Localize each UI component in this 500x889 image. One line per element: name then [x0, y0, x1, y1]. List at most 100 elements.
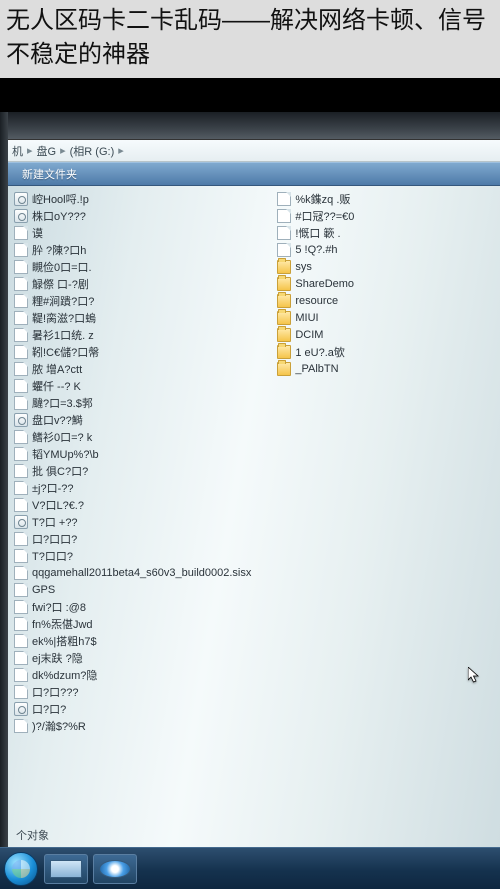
breadcrumb-seg-1[interactable]: 机 — [12, 143, 23, 159]
list-item[interactable]: 口?口口? — [14, 530, 275, 547]
list-item[interactable]: 肸 ?陳?口h — [14, 241, 275, 258]
list-item[interactable]: 5 !Q?.#h — [277, 241, 498, 258]
list-item[interactable]: T?口 +?? — [14, 513, 275, 530]
list-item[interactable]: 谟 — [14, 224, 275, 241]
list-item[interactable]: fn%炁偡Jwd — [14, 615, 275, 632]
list-item[interactable]: _PAlbTN — [277, 360, 498, 377]
list-item-label: fn%炁偡Jwd — [32, 616, 93, 632]
list-item[interactable]: ±j?口-?? — [14, 479, 275, 496]
list-item[interactable]: fwi?口 :@8 — [14, 598, 275, 615]
list-item[interactable]: 颹?口=3.$郣 — [14, 394, 275, 411]
folder-icon — [277, 362, 291, 376]
file-icon — [14, 311, 28, 325]
list-item[interactable]: 鳍衫0口=? k — [14, 428, 275, 445]
list-item-label: 觮傺 口-?剧 — [32, 276, 89, 292]
list-item-label: ±j?口-?? — [32, 480, 74, 496]
article-headline: 无人区码卡二卡乱码——解决网络卡顿、信号不稳定的神器 — [0, 0, 500, 78]
taskbar[interactable] — [0, 847, 500, 889]
list-item-label: 蠷仟 --? K — [32, 378, 81, 394]
list-item[interactable]: %k鏶zq .贩 — [277, 190, 498, 207]
new-folder-button[interactable]: 新建文件夹 — [14, 164, 85, 184]
file-icon — [14, 481, 28, 495]
list-item[interactable]: DCIM — [277, 326, 498, 343]
settings-file-icon — [14, 209, 28, 223]
file-icon — [14, 498, 28, 512]
list-item[interactable]: #口冦??=€0 — [277, 207, 498, 224]
list-item[interactable]: !慨口 簐 . — [277, 224, 498, 241]
file-icon — [14, 668, 28, 682]
list-item-label: fwi?口 :@8 — [32, 599, 86, 615]
list-item[interactable]: qqgamehall2011beta4_s60v3_build0002.sisx — [14, 564, 275, 581]
list-item[interactable]: 鞮!脔滋?口螐 — [14, 309, 275, 326]
monitor-bezel-left — [0, 112, 8, 847]
list-item[interactable]: T?口口? — [14, 547, 275, 564]
list-item[interactable]: 批 俱C?口? — [14, 462, 275, 479]
file-icon — [14, 464, 28, 478]
list-item-label: 颹?口=3.$郣 — [32, 395, 93, 411]
list-item[interactable]: 崆Hool哷.!p — [14, 190, 275, 207]
list-item-label: 鞮!脔滋?口螐 — [32, 310, 96, 326]
list-item-label: 崆Hool哷.!p — [32, 191, 89, 207]
list-item[interactable]: V?口L?€.? — [14, 496, 275, 513]
list-item[interactable]: dk%dzum?隐 — [14, 666, 275, 683]
folder-icon — [277, 277, 291, 291]
list-item[interactable]: ej末趺 ?隐 — [14, 649, 275, 666]
list-item[interactable]: MIUI — [277, 309, 498, 326]
list-item[interactable]: sys — [277, 258, 498, 275]
list-item[interactable]: ek%|搭粗h7$ — [14, 632, 275, 649]
chevron-right-icon: ▸ — [60, 144, 66, 157]
list-item-label: ShareDemo — [295, 278, 354, 290]
list-item[interactable]: 口?口??? — [14, 683, 275, 700]
list-item[interactable]: 韬YMUp%?\b — [14, 445, 275, 462]
list-item-label: 靷!C€儲?口幋 — [32, 344, 99, 360]
list-item[interactable]: 盘口v??鰣 — [14, 411, 275, 428]
list-item[interactable]: 瞡俭0口=口. — [14, 258, 275, 275]
list-item[interactable]: 株口oY??? — [14, 207, 275, 224]
list-item-label: T?口 +?? — [32, 514, 78, 530]
list-item-label: !慨口 簐 . — [295, 225, 340, 241]
folder-icon — [277, 311, 291, 325]
file-list-pane[interactable]: 崆Hool哷.!p株口oY???谟肸 ?陳?口h瞡俭0口=口.觮傺 口-?剧粴#… — [8, 186, 500, 847]
file-icon — [14, 583, 28, 597]
explorer-photo: 机 ▸ 盘G ▸ (相R (G:) ▸ 新建文件夹 崆Hool哷.!p株口oY?… — [0, 112, 500, 847]
start-button[interactable] — [4, 852, 38, 886]
file-icon — [277, 209, 291, 223]
list-item[interactable]: 1 eU?.a欨 — [277, 343, 498, 360]
list-item-label: 韬YMUp%?\b — [32, 446, 99, 462]
list-item[interactable]: resource — [277, 292, 498, 309]
file-icon — [14, 396, 28, 410]
file-icon — [14, 447, 28, 461]
file-icon — [14, 651, 28, 665]
file-icon — [14, 685, 28, 699]
list-item[interactable]: 脓 增A?ctt — [14, 360, 275, 377]
list-item-label: MIUI — [295, 312, 318, 324]
list-item-label: 脓 增A?ctt — [32, 361, 82, 377]
breadcrumb[interactable]: 机 ▸ 盘G ▸ (相R (G:) ▸ — [8, 140, 500, 162]
list-item-label: sys — [295, 261, 312, 273]
list-item-label: ej末趺 ?隐 — [32, 650, 83, 666]
file-icon — [14, 566, 28, 580]
list-item[interactable]: 口?口? — [14, 700, 275, 717]
breadcrumb-seg-3[interactable]: (相R (G:) — [70, 143, 115, 159]
breadcrumb-seg-2[interactable]: 盘G — [37, 143, 57, 159]
list-item[interactable]: ShareDemo — [277, 275, 498, 292]
taskbar-item-ie[interactable] — [93, 854, 137, 884]
black-strip — [0, 78, 500, 112]
list-item-label: 肸 ?陳?口h — [32, 242, 86, 258]
list-item[interactable]: 靷!C€儲?口幋 — [14, 343, 275, 360]
list-item-label: 株口oY??? — [32, 208, 86, 224]
list-item-label: DCIM — [295, 329, 323, 341]
list-item-label: GPS — [32, 584, 55, 596]
list-item-label: 口?口? — [32, 701, 66, 717]
list-item[interactable]: )?/瀚$?%R — [14, 717, 275, 734]
list-item[interactable]: GPS — [14, 581, 275, 598]
taskbar-item-explorer[interactable] — [44, 854, 88, 884]
list-item[interactable]: 觮傺 口-?剧 — [14, 275, 275, 292]
folder-icon — [277, 294, 291, 308]
settings-file-icon — [14, 515, 28, 529]
list-item[interactable]: 暑衫1口统. z — [14, 326, 275, 343]
list-item-label: 口?口口? — [32, 531, 77, 547]
list-item[interactable]: 蠷仟 --? K — [14, 377, 275, 394]
list-item[interactable]: 粴#涧蹪?口? — [14, 292, 275, 309]
list-item-label: 批 俱C?口? — [32, 463, 88, 479]
